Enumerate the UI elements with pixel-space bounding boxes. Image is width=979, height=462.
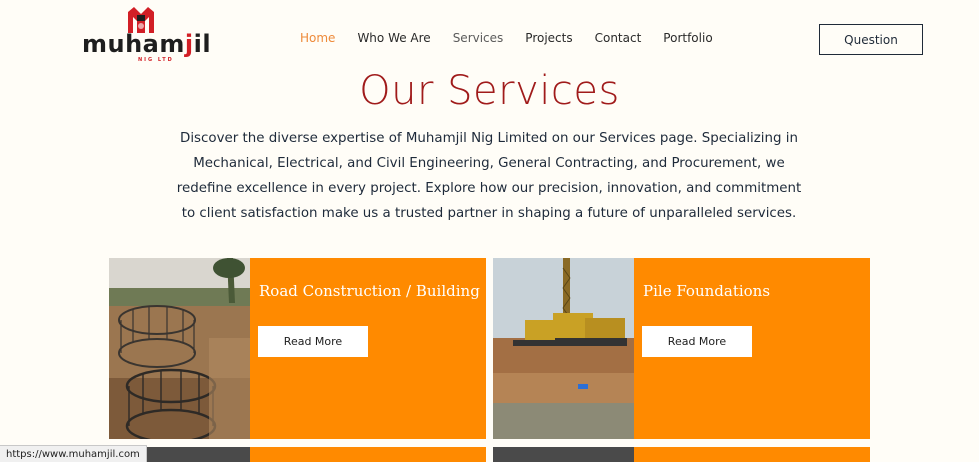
read-more-button[interactable]: Read More (642, 326, 752, 357)
service-card-road-construction: Road Construction / Building Read More (109, 258, 486, 439)
read-more-button[interactable]: Read More (258, 326, 368, 357)
rebar-cages-photo (109, 258, 250, 439)
service-card-partial (493, 447, 870, 462)
nav-item-services[interactable]: Services (453, 31, 504, 45)
status-bar-url: https://www.muhamjil.com (0, 445, 147, 462)
logo-tagline: NIG LTD (138, 57, 174, 63)
service-title: Road Construction / Building (259, 282, 480, 300)
service-card-pile-foundations: Pile Foundations Read More (493, 258, 870, 439)
nav-item-projects[interactable]: Projects (525, 31, 572, 45)
piling-rig-photo (493, 258, 634, 439)
service-title: Pile Foundations (643, 282, 771, 300)
nav-item-contact[interactable]: Contact (595, 31, 642, 45)
nav-item-who-we-are[interactable]: Who We Are (357, 31, 430, 45)
nav-item-home[interactable]: Home (300, 31, 335, 45)
question-button[interactable]: Question (819, 24, 923, 55)
service-card-partial (109, 447, 486, 462)
main-nav: Home Who We Are Services Projects Contac… (300, 31, 735, 45)
page-title: Our Services (359, 68, 620, 114)
logo-wordmark: muhamjil (82, 30, 212, 58)
nav-item-portfolio[interactable]: Portfolio (663, 31, 712, 45)
service-photo-partial (493, 447, 634, 462)
logo[interactable]: muhamjil NIG LTD (82, 6, 211, 63)
intro-text: Discover the diverse expertise of Muhamj… (176, 131, 802, 221)
